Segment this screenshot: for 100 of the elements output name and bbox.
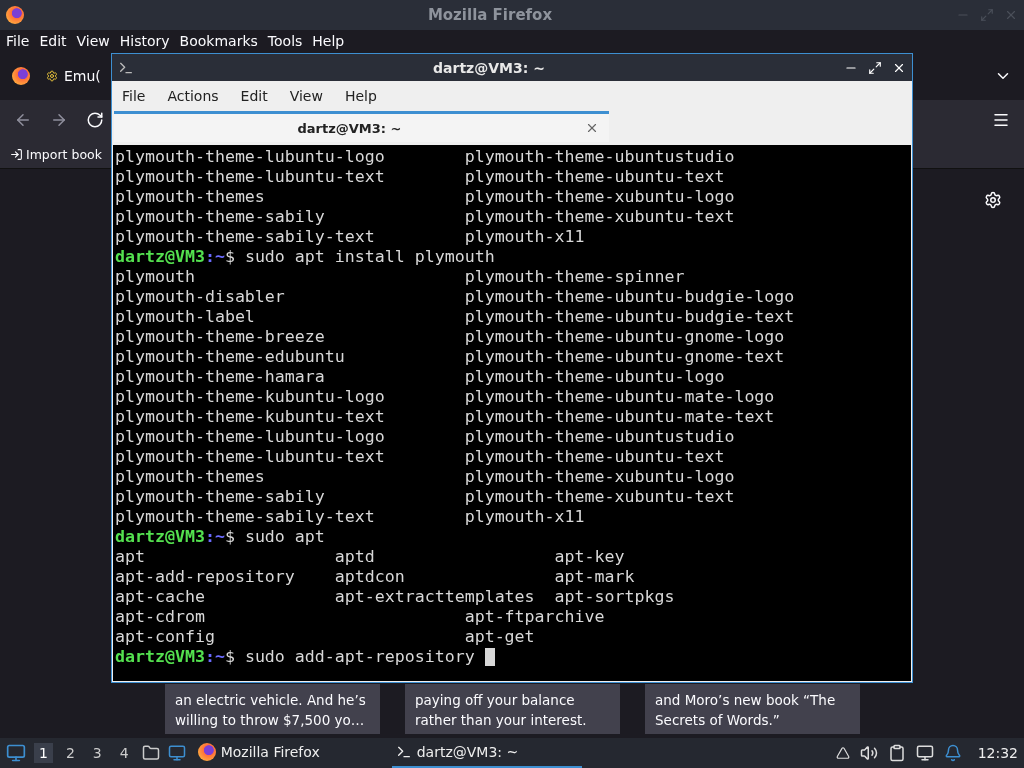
- volume-icon[interactable]: [859, 744, 878, 762]
- browser-logo-icon: [6, 6, 24, 24]
- workspace-button[interactable]: 4: [114, 743, 134, 763]
- terminal-text: plymouth-theme-spinner: [464, 267, 686, 287]
- window-title: Mozilla Firefox: [426, 6, 554, 24]
- command-text: $ sudo apt install plymouth: [224, 247, 495, 267]
- terminal-text: plymouth-theme-ubuntu-mate-text: [464, 407, 776, 427]
- card-text: rather than your interest.: [415, 711, 588, 730]
- forward-icon[interactable]: [50, 111, 68, 129]
- terminal-text: plymouth-theme-edubuntu: [115, 347, 346, 367]
- terminal-text: plymouth-x11: [464, 507, 586, 527]
- terminal-text: plymouth-theme-lubuntu-logo: [115, 427, 386, 447]
- gear-icon: [46, 70, 58, 82]
- back-icon[interactable]: [14, 111, 32, 129]
- clock: 12:32: [977, 745, 1018, 761]
- terminal-text: plymouth-theme-ubuntu-gnome-logo: [464, 327, 786, 347]
- terminal-text: plymouth-theme-sabily: [115, 207, 326, 227]
- folder-icon[interactable]: [141, 744, 160, 762]
- terminal-text: plymouth-theme-kubuntu-text: [115, 407, 386, 427]
- menu-item[interactable]: Help: [312, 33, 345, 49]
- command-text: $ sudo add-apt-repository: [224, 647, 475, 667]
- command-text: $ sudo apt: [224, 527, 325, 547]
- prompt-path: :~: [204, 247, 225, 267]
- article-card[interactable]: paying off your balance rather than your interest.: [405, 684, 620, 734]
- terminal-text: plymouth-theme-xubuntu-logo: [464, 467, 736, 487]
- window-title: dartz@VM3: ~: [432, 59, 546, 76]
- workspace-button[interactable]: 2: [60, 743, 80, 763]
- terminal-text: plymouth-theme-lubuntu-text: [115, 447, 386, 467]
- terminal-text: plymouth: [115, 267, 196, 287]
- terminal-text: plymouth-theme-xubuntu-text: [464, 487, 736, 507]
- terminal-text: aptd: [334, 547, 376, 567]
- card-text: and Moro’s new book “The: [655, 691, 837, 710]
- triangle-icon[interactable]: [835, 746, 850, 760]
- terminal-text: apt-mark: [554, 567, 636, 587]
- terminal-text: plymouth-theme-ubuntu-gnome-text: [464, 347, 786, 367]
- desktop-icon[interactable]: [167, 744, 186, 762]
- reload-icon[interactable]: [86, 111, 104, 129]
- menu-item[interactable]: File: [6, 33, 30, 49]
- terminal-text: plymouth-theme-hamara: [115, 367, 326, 387]
- terminal-text: apt-config: [115, 627, 216, 647]
- maximize-icon[interactable]: [868, 60, 882, 75]
- terminal-text: plymouth-theme-ubuntustudio: [464, 427, 736, 447]
- workspace-button[interactable]: 3: [87, 743, 107, 763]
- prompt-user: dartz@VM3: [115, 647, 205, 667]
- card-text: Secrets of Words.”: [655, 711, 781, 730]
- menu-item[interactable]: File: [122, 88, 146, 104]
- terminal-text: plymouth-theme-sabily-text: [115, 227, 376, 247]
- article-card[interactable]: an electric vehicle. And he’s willing to throw $7,500 yo…: [165, 684, 380, 734]
- terminal-icon: [395, 744, 412, 760]
- terminal-text: apt-cache: [115, 587, 206, 607]
- terminal-text: plymouth-x11: [464, 227, 586, 247]
- terminal-text: plymouth-theme-ubuntu-budgie-text: [464, 307, 796, 327]
- terminal-text: plymouth-theme-ubuntu-budgie-logo: [464, 287, 796, 307]
- terminal-text: plymouth-theme-sabily-text: [115, 507, 376, 527]
- menu-item[interactable]: View: [76, 33, 110, 49]
- terminal-text: apt-sortpkgs: [554, 587, 676, 607]
- settings-icon[interactable]: [984, 191, 1002, 209]
- terminal-text: plymouth-theme-breeze: [115, 327, 326, 347]
- menu-item[interactable]: History: [119, 33, 170, 49]
- import-icon: [10, 147, 23, 161]
- terminal-text: plymouth-theme-lubuntu-logo: [115, 147, 386, 167]
- terminal-text: apt-add-repository: [115, 567, 296, 587]
- workspace-button[interactable]: 1: [34, 743, 53, 763]
- terminal-text: apt-key: [554, 547, 626, 567]
- taskbar-task[interactable]: dartz@VM3: ~: [391, 738, 582, 768]
- article-card[interactable]: and Moro’s new book “The Secrets of Words.”: [645, 684, 860, 734]
- terminal-text: apt: [115, 547, 146, 567]
- menu-item[interactable]: Edit: [39, 33, 67, 49]
- terminal-text: plymouth-theme-ubuntu-mate-logo: [464, 387, 776, 407]
- terminal-text: apt-extracttemplates: [334, 587, 536, 607]
- menu-icon[interactable]: [992, 111, 1010, 129]
- terminal-text: plymouth-theme-kubuntu-logo: [115, 387, 386, 407]
- terminal-text: plymouth-theme-lubuntu-text: [115, 167, 386, 187]
- menu-item[interactable]: Help: [344, 88, 377, 104]
- prompt-path: :~: [204, 527, 225, 547]
- card-text: willing to throw $7,500 yo…: [175, 711, 366, 730]
- browser-logo-icon: [197, 743, 216, 761]
- menu-item[interactable]: View: [289, 88, 323, 104]
- terminal-text: plymouth-themes: [115, 467, 266, 487]
- clipboard-icon[interactable]: [887, 744, 906, 762]
- terminal-text: plymouth-theme-ubuntu-text: [464, 167, 726, 187]
- taskbar-task[interactable]: Mozilla Firefox: [193, 738, 384, 768]
- terminal-tab[interactable]: dartz@VM3: ~: [114, 111, 609, 142]
- terminal-text: plymouth-theme-ubuntustudio: [464, 147, 736, 167]
- terminal-text: plymouth-disabler: [115, 287, 286, 307]
- terminal-text: plymouth-themes: [115, 187, 266, 207]
- menu-item[interactable]: Bookmarks: [179, 33, 258, 49]
- terminal-text: plymouth-theme-ubuntu-text: [464, 447, 726, 467]
- menu-item[interactable]: Edit: [240, 88, 268, 104]
- notification-icon[interactable]: [943, 744, 962, 762]
- import-bookmarks-link[interactable]: Import book: [10, 146, 102, 162]
- prompt-user: dartz@VM3: [115, 527, 205, 547]
- browser-tab[interactable]: Emu(: [46, 68, 101, 84]
- menu-item[interactable]: Tools: [267, 33, 303, 49]
- terminal-text: plymouth-theme-xubuntu-logo: [464, 187, 736, 207]
- menu-item[interactable]: Actions: [167, 88, 219, 104]
- browser-logo-icon[interactable]: [12, 67, 30, 85]
- terminal-text: apt-get: [464, 627, 536, 647]
- terminal-text: apt-ftparchive: [464, 607, 606, 627]
- terminal-text: plymouth-label: [115, 307, 256, 327]
